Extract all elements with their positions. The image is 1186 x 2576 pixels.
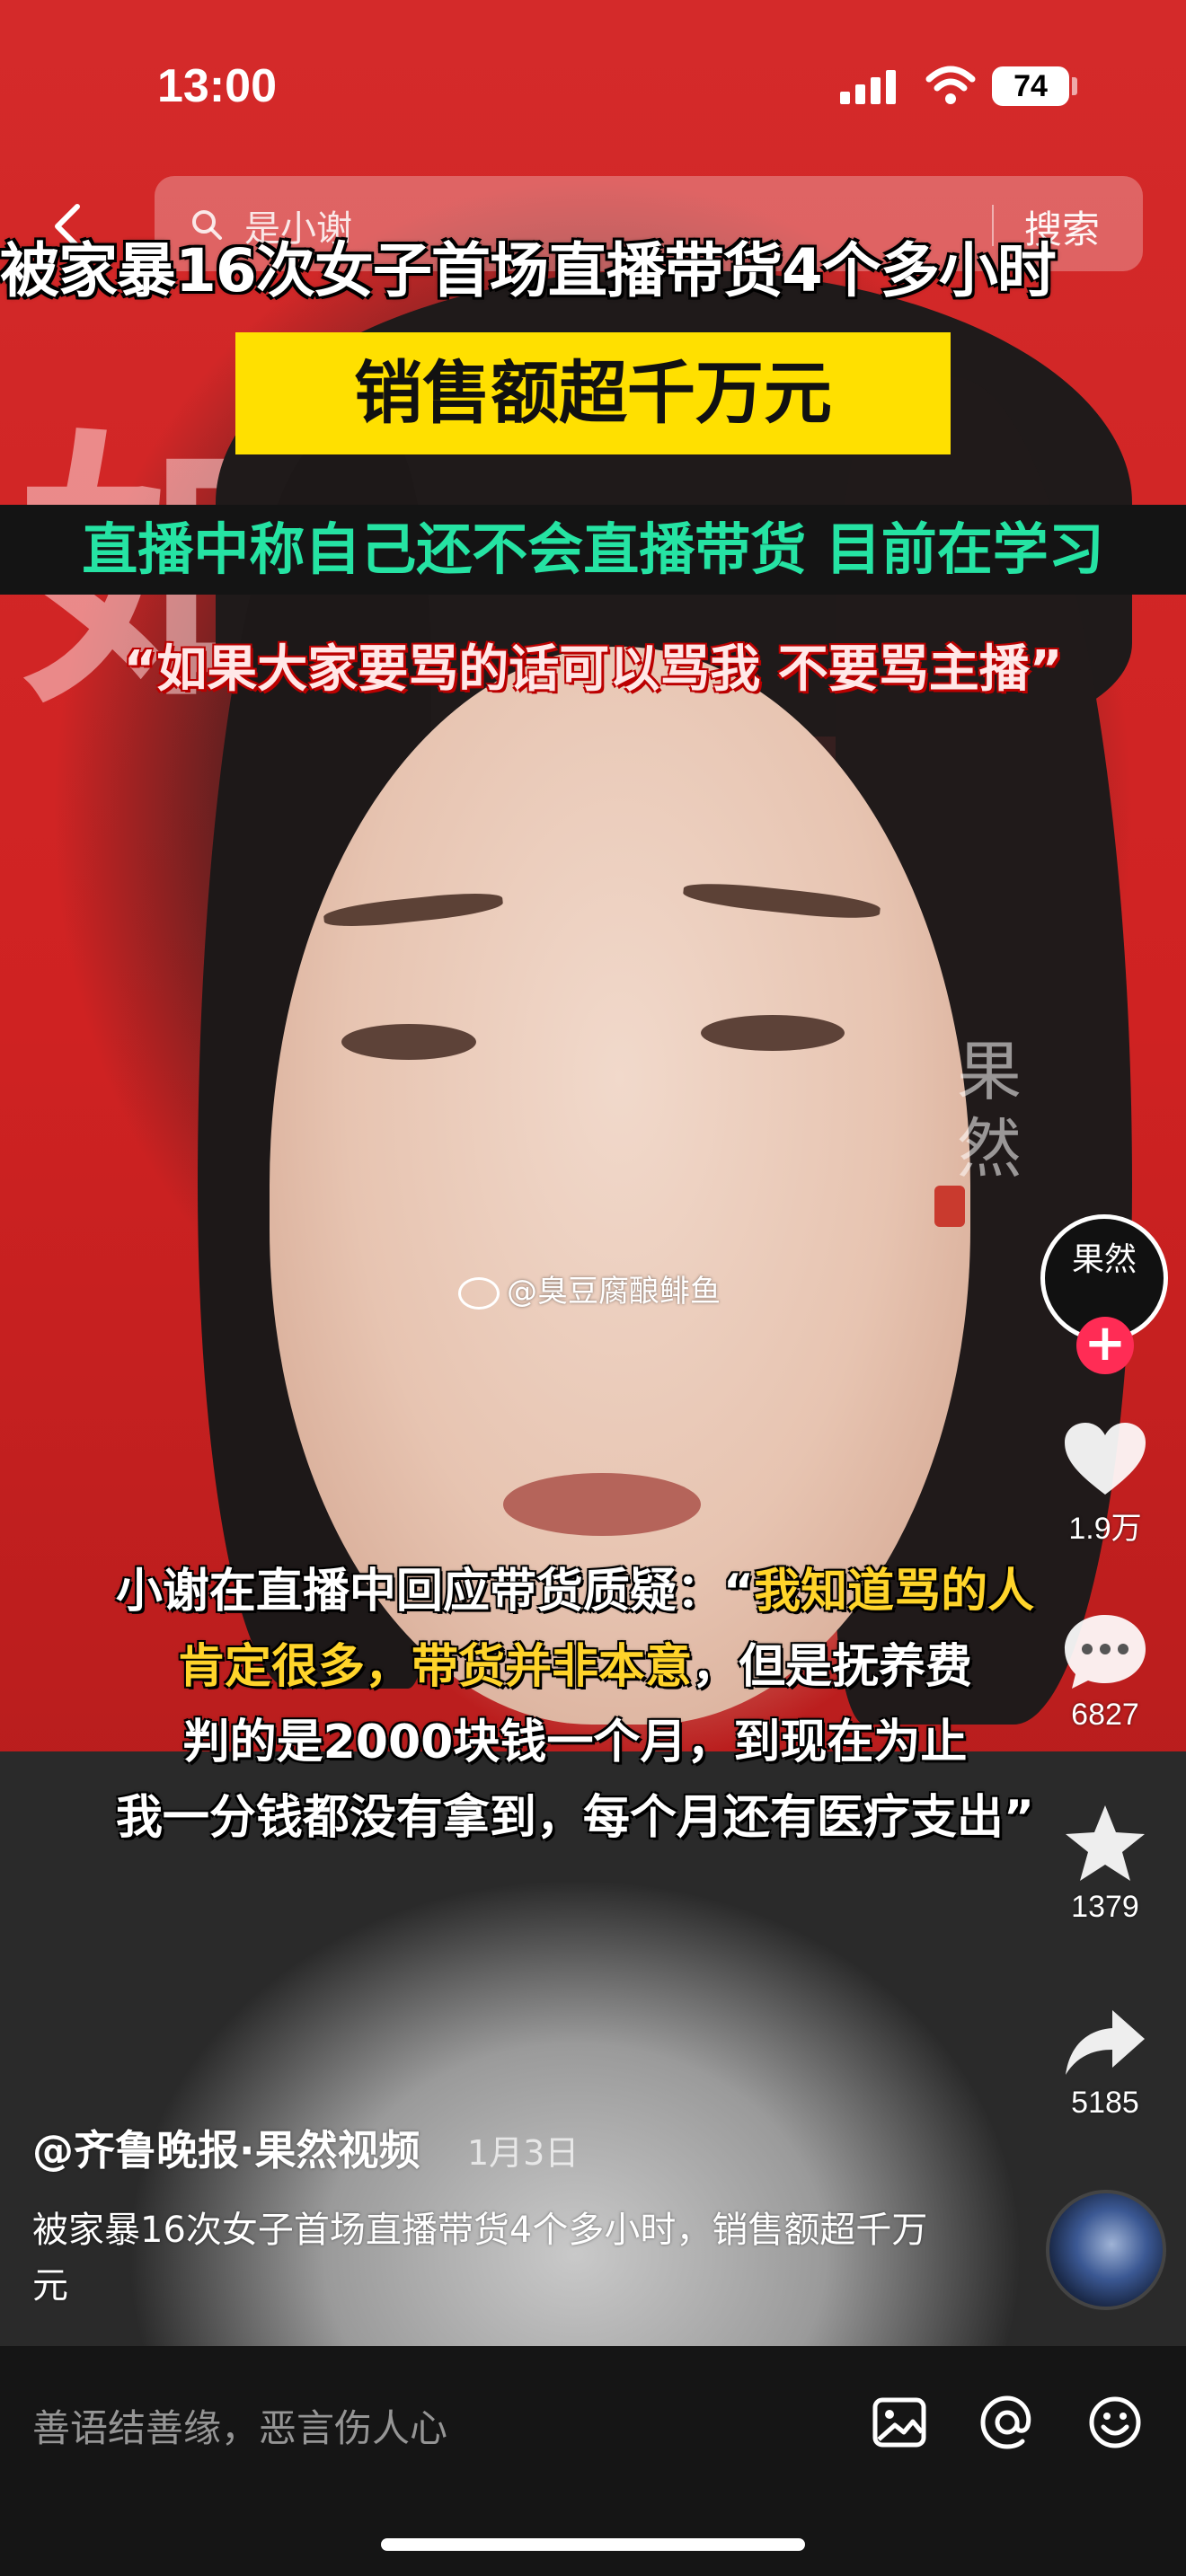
seal-stamp bbox=[934, 1186, 965, 1227]
watermark-text: @臭豆腐酿鲱鱼 bbox=[507, 1274, 721, 1310]
video-caption-band: 直播中称自己还不会直播带货 目前在学习 bbox=[0, 505, 1186, 595]
favorite-count: 1379 bbox=[1071, 1890, 1139, 1924]
comment-count: 6827 bbox=[1071, 1698, 1139, 1732]
follow-button[interactable]: + bbox=[1076, 1317, 1134, 1374]
share-count: 5185 bbox=[1071, 2086, 1139, 2120]
subtitle-part: 小谢在直播中回应带货质疑：“ bbox=[115, 1565, 755, 1619]
like-count: 1.9万 bbox=[1068, 1512, 1142, 1546]
status-time: 13:00 bbox=[157, 60, 277, 112]
emoji-icon[interactable] bbox=[1087, 2395, 1143, 2450]
video-figure-mouth bbox=[503, 1473, 701, 1536]
image-icon[interactable] bbox=[872, 2395, 927, 2450]
subtitle-highlight: 肯定很多，带货并非本意 bbox=[177, 1640, 692, 1694]
share-button[interactable]: 5185 bbox=[1051, 2005, 1159, 2121]
music-disc[interactable] bbox=[1046, 2190, 1166, 2310]
subtitle-line: 判的是2000块钱一个月，到现在为止 bbox=[182, 1716, 968, 1769]
channel-watermark-logo: 果然 bbox=[957, 1034, 1022, 1187]
video-caption-quote: “如果大家要骂的话可以骂我 不要骂主播” bbox=[123, 640, 1063, 699]
comment-input[interactable]: 善语结善缘，恶言伤人心 bbox=[32, 2398, 447, 2453]
subtitle-part: ，但是抚养费 bbox=[692, 1640, 973, 1694]
wifi-icon bbox=[925, 66, 976, 104]
video-subtitle: 小谢在直播中回应带货质疑：“我知道骂的人 肯定很多，带货并非本意，但是抚养费 判… bbox=[45, 1554, 1105, 1856]
weibo-watermark: @臭豆腐酿鲱鱼 bbox=[458, 1266, 721, 1310]
video-caption-title: 被家暴16次女子首场直播带货4个多小时 bbox=[0, 236, 1057, 305]
avatar-text: 果然 bbox=[1071, 1241, 1137, 1278]
subtitle-line: 我一分钱都没有拿到，每个月还有医疗支出” bbox=[115, 1791, 1035, 1845]
video-figure-eye bbox=[341, 1024, 476, 1060]
home-indicator[interactable] bbox=[381, 2538, 805, 2551]
video-caption-highlight: 销售额超千万元 bbox=[235, 332, 951, 454]
favorite-button[interactable]: 1379 bbox=[1051, 1802, 1159, 1925]
battery-tip bbox=[1072, 77, 1077, 95]
star-icon bbox=[1066, 1805, 1145, 1881]
comment-icon bbox=[1065, 1615, 1146, 1689]
heart-icon bbox=[1065, 1423, 1146, 1495]
post-date: 1月3日 bbox=[467, 2133, 580, 2173]
subtitle-highlight: 我知道骂的人 bbox=[754, 1565, 1035, 1619]
weibo-icon bbox=[458, 1276, 500, 1310]
cellular-signal-icon bbox=[840, 70, 901, 104]
comment-button[interactable]: 6827 bbox=[1051, 1611, 1159, 1733]
post-description[interactable]: 被家暴16次女子首场直播带货4个多小时，销售额超千万元 bbox=[32, 2202, 931, 2314]
battery-level: 74 bbox=[992, 66, 1069, 106]
mention-icon[interactable] bbox=[979, 2395, 1035, 2450]
share-arrow-icon bbox=[1066, 2010, 1145, 2075]
status-bar: 13:00 74 bbox=[0, 0, 1186, 171]
post-author[interactable]: @齐鲁晚报·果然视频 bbox=[32, 2118, 420, 2177]
video-screen[interactable]: 如 果然 13:00 74 是小谢 搜索 被家暴16次女子首场直播带货4个多小时… bbox=[0, 0, 1186, 2576]
video-figure-eye bbox=[701, 1015, 845, 1051]
like-button[interactable]: 1.9万 bbox=[1051, 1419, 1159, 1548]
